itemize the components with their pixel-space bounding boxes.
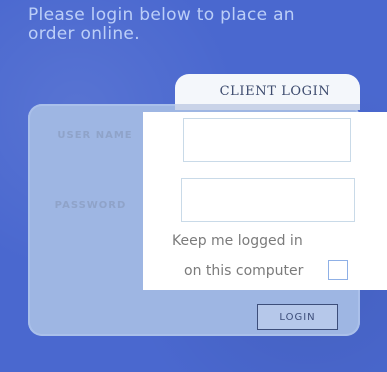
- login-tab-shadow: [175, 104, 360, 110]
- login-title: CLIENT LOGIN: [219, 84, 331, 99]
- remember-me-checkbox[interactable]: [328, 260, 348, 280]
- password-input[interactable]: [181, 178, 355, 222]
- remember-me-label-line1: Keep me logged in: [172, 233, 303, 249]
- username-input[interactable]: [183, 118, 351, 162]
- login-button[interactable]: LOGIN: [257, 304, 338, 330]
- password-label: PASSWORD: [54, 200, 127, 211]
- remember-me-label-line2: on this computer: [184, 263, 304, 279]
- username-label: USER NAME: [57, 130, 133, 141]
- login-prompt-text: Please login below to place an order onl…: [28, 5, 295, 44]
